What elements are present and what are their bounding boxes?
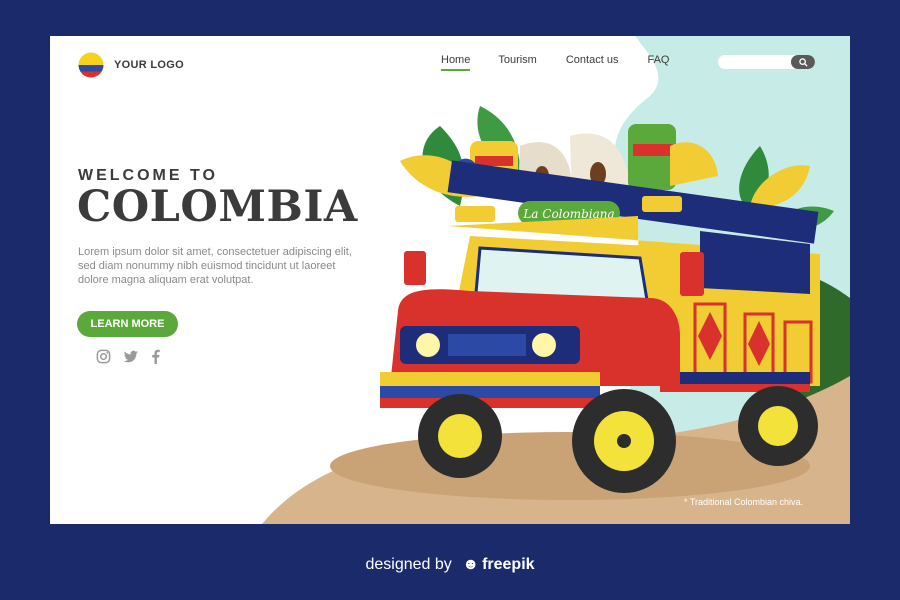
nav-item-faq[interactable]: FAQ	[647, 54, 669, 66]
logo-text: YOUR LOGO	[114, 59, 184, 71]
nav-item-tourism[interactable]: Tourism	[498, 54, 537, 66]
colombia-flag-icon	[78, 52, 104, 78]
instagram-icon[interactable]	[96, 349, 111, 364]
search-input[interactable]	[718, 55, 815, 69]
illustration-caption: * Traditional Colombian chiva.	[684, 497, 804, 507]
social-links	[96, 349, 160, 364]
footer-credit: designed by ☻ freepik	[0, 556, 900, 574]
hero-description: Lorem ipsum dolor sit amet, consectetuer…	[78, 246, 352, 286]
credit-prefix: designed by	[365, 556, 452, 573]
twitter-icon[interactable]	[123, 350, 139, 364]
freepik-logo-icon: ☻	[462, 556, 480, 573]
nav-item-home[interactable]: Home	[441, 54, 471, 71]
logo[interactable]: YOUR LOGO	[78, 52, 184, 78]
landing-page: La Colombiana YOUR LOGO Home Tourism Con…	[50, 36, 850, 524]
search-icon	[798, 57, 808, 67]
main-nav: Home Tourism Contact us FAQ	[441, 54, 669, 71]
facebook-icon[interactable]	[151, 349, 160, 364]
learn-more-button[interactable]: LEARN MORE	[77, 311, 178, 337]
credit-brand: freepik	[482, 556, 535, 573]
search-button[interactable]	[791, 55, 815, 69]
nav-item-contact[interactable]: Contact us	[566, 54, 619, 66]
hero-title: COLOMBIA	[77, 182, 358, 232]
